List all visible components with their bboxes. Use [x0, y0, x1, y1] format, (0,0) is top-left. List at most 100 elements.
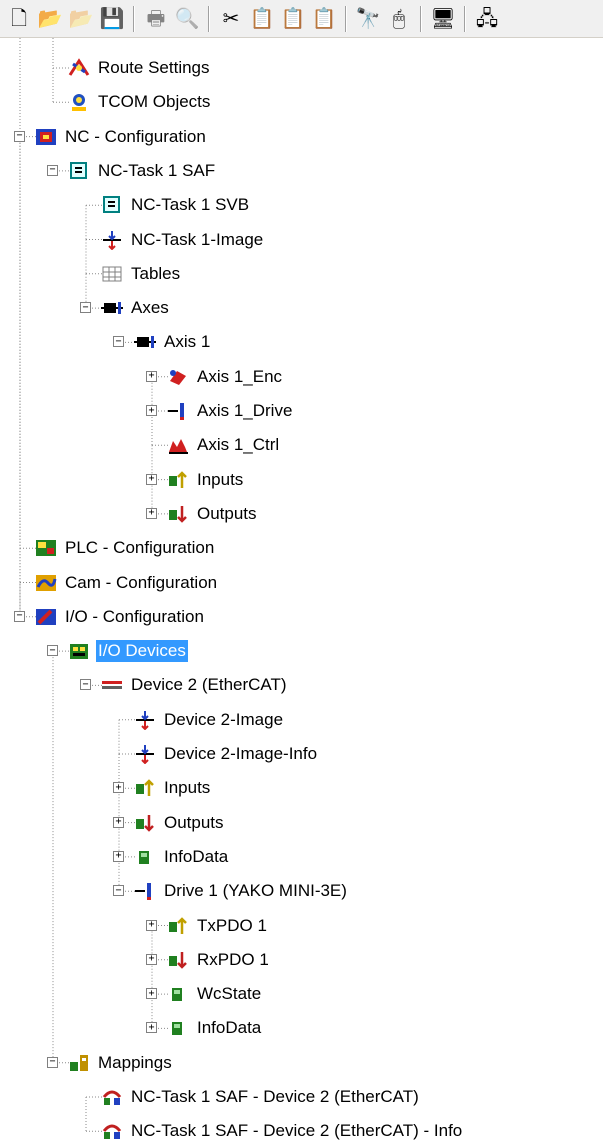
- collapse-toggle-icon[interactable]: −: [80, 679, 91, 691]
- tree-item-label: Mappings: [98, 1052, 172, 1072]
- tree-item-label: NC-Task 1-Image: [131, 229, 264, 249]
- inputs-icon: [167, 916, 189, 936]
- collapse-toggle-icon[interactable]: −: [14, 130, 25, 142]
- tree-item-i-o-devices[interactable]: I/O Devices: [68, 634, 188, 668]
- tree-item-axis-1-drive[interactable]: Axis 1_Drive: [167, 394, 294, 428]
- tree-item-label: Inputs: [197, 469, 244, 489]
- paste-button[interactable]: 📋: [278, 4, 308, 34]
- tree-item-label: Device 2-Image: [164, 709, 284, 729]
- expand-toggle-icon[interactable]: +: [146, 953, 157, 965]
- tree-item-drive-1-yako-mini-3e[interactable]: Drive 1 (YAKO MINI-3E): [134, 874, 349, 908]
- tree-item-label: I/O - Configuration: [65, 606, 204, 626]
- expand-toggle-icon[interactable]: +: [146, 919, 157, 931]
- route-settings-icon: [68, 58, 90, 78]
- new-file-icon: 🗋: [10, 7, 28, 30]
- expand-toggle-icon[interactable]: +: [113, 816, 124, 828]
- collapse-toggle-icon[interactable]: −: [80, 302, 91, 314]
- tree-item-label: Cam - Configuration: [65, 572, 218, 592]
- print-button[interactable]: 🖶: [141, 4, 171, 34]
- tree-item-nc-configuration[interactable]: NC - Configuration: [35, 120, 208, 154]
- tree-item-label: NC - Configuration: [65, 126, 206, 146]
- collapse-toggle-icon[interactable]: −: [47, 164, 58, 176]
- tree-item-outputs[interactable]: Outputs: [134, 806, 226, 840]
- tree-item-axis-1[interactable]: Axis 1: [134, 325, 212, 359]
- tree-item-route-settings[interactable]: Route Settings: [68, 51, 212, 85]
- new-file-button[interactable]: 🗋: [4, 4, 34, 34]
- tree-item-nc-task-1-svb[interactable]: NC-Task 1 SVB: [101, 188, 251, 222]
- tree-item-label: InfoData: [164, 846, 229, 866]
- mouse-button[interactable]: 🖱: [384, 4, 414, 34]
- tree-item-device-2-image[interactable]: Device 2-Image: [134, 703, 285, 737]
- tree-item-inputs[interactable]: Inputs: [167, 463, 245, 497]
- tree-item-i-o-configuration[interactable]: I/O - Configuration: [35, 600, 206, 634]
- save-button[interactable]: 💾: [97, 4, 127, 34]
- tree-item-tables[interactable]: Tables: [101, 257, 182, 291]
- cut-button[interactable]: ✂: [216, 4, 246, 34]
- infodata-icon: [167, 984, 189, 1004]
- copy-button[interactable]: 📋: [247, 4, 277, 34]
- infodata-icon: [167, 1018, 189, 1038]
- outputs-icon: [167, 504, 189, 524]
- mouse-icon: 🖱: [393, 7, 405, 30]
- tree-item-nc-task-1-saf-device-2-ethercat[interactable]: NC-Task 1 SAF - Device 2 (EtherCAT): [101, 1080, 421, 1114]
- expand-toggle-icon[interactable]: +: [146, 405, 157, 416]
- expand-toggle-icon[interactable]: +: [146, 988, 157, 1000]
- tree-item-nc-task-1-saf-device-2-ethercat-info[interactable]: NC-Task 1 SAF - Device 2 (EtherCAT) - In…: [101, 1114, 464, 1142]
- tree-item-device-2-ethercat[interactable]: Device 2 (EtherCAT): [101, 668, 289, 702]
- expand-toggle-icon[interactable]: +: [113, 850, 124, 862]
- outputs-icon: [134, 813, 156, 833]
- io-devices-icon: [68, 641, 90, 661]
- tree-item-label: Axis 1_Enc: [197, 366, 283, 386]
- collapse-toggle-icon[interactable]: −: [113, 885, 124, 897]
- tree-item-label: Axis 1: [164, 332, 211, 352]
- tree-item-axis-1-enc[interactable]: Axis 1_Enc: [167, 360, 284, 394]
- mappings-icon: [68, 1053, 90, 1073]
- tree-item-txpdo-1[interactable]: TxPDO 1: [167, 909, 269, 943]
- tree-item-infodata[interactable]: InfoData: [167, 1011, 263, 1045]
- tree-view[interactable]: Route Settings TCOM Objects − NC - Configur…: [0, 38, 603, 1142]
- paste-special-button[interactable]: 📋: [309, 4, 339, 34]
- collapse-toggle-icon[interactable]: −: [113, 336, 124, 348]
- collapse-toggle-icon[interactable]: −: [47, 1056, 58, 1068]
- expand-toggle-icon[interactable]: +: [146, 507, 157, 519]
- tree-item-cam-configuration[interactable]: Cam - Configuration: [35, 566, 219, 600]
- tree-item-device-2-image-info[interactable]: Device 2-Image-Info: [134, 737, 319, 771]
- open-folder-disabled-button[interactable]: 📂: [66, 4, 96, 34]
- collapse-toggle-icon[interactable]: −: [47, 645, 58, 657]
- tree-item-wcstate[interactable]: WcState: [167, 977, 263, 1011]
- print-preview-icon: 🔍: [174, 7, 200, 30]
- tree-item-infodata[interactable]: InfoData: [134, 840, 230, 874]
- open-folder-button[interactable]: 📂: [35, 4, 65, 34]
- expand-toggle-icon[interactable]: +: [146, 473, 157, 485]
- tree-item-axis-1-ctrl[interactable]: Axis 1_Ctrl: [167, 428, 281, 462]
- tree-item-nc-task-1-saf[interactable]: NC-Task 1 SAF: [68, 154, 217, 188]
- tree-item-label: TxPDO 1: [197, 915, 267, 935]
- print-preview-button[interactable]: 🔍: [172, 4, 202, 34]
- collapse-toggle-icon[interactable]: −: [14, 610, 25, 622]
- tree-item-axes[interactable]: Axes: [101, 291, 171, 325]
- tree-item-outputs[interactable]: Outputs: [167, 497, 259, 531]
- find-button[interactable]: 🔭: [353, 4, 383, 34]
- tree-item-plc-configuration[interactable]: PLC - Configuration: [35, 531, 216, 565]
- encoder-icon: [167, 367, 189, 387]
- tree-item-inputs[interactable]: Inputs: [134, 771, 212, 805]
- toolbar-separator: [345, 5, 347, 32]
- toolbar: 🗋 📂 📂 💾 🖶 🔍 ✂ 📋 📋 📋 🔭 🖱 🖥 🖧: [0, 0, 603, 38]
- mapping-link-icon: [101, 1087, 123, 1107]
- tree-item-mappings[interactable]: Mappings: [68, 1046, 174, 1080]
- tree-item-label: NC-Task 1 SAF - Device 2 (EtherCAT): [131, 1087, 419, 1106]
- tree-item-label: Tables: [131, 263, 181, 283]
- plc-configuration-icon: [35, 538, 57, 558]
- drive-icon: [134, 881, 156, 901]
- network-icon: 🖧: [475, 7, 499, 30]
- network-button[interactable]: 🖧: [472, 4, 502, 34]
- open-folder-icon: 📂: [37, 7, 63, 30]
- expand-toggle-icon[interactable]: +: [146, 370, 157, 382]
- expand-toggle-icon[interactable]: +: [113, 782, 124, 794]
- tree-item-nc-task-1-image[interactable]: NC-Task 1-Image: [101, 223, 265, 257]
- expand-toggle-icon[interactable]: +: [146, 1022, 157, 1034]
- tree-item-label: RxPDO 1: [197, 949, 269, 969]
- tree-item-tcom-objects[interactable]: TCOM Objects: [68, 85, 212, 119]
- monitor-button[interactable]: 🖥: [428, 4, 458, 34]
- tree-item-rxpdo-1[interactable]: RxPDO 1: [167, 943, 271, 977]
